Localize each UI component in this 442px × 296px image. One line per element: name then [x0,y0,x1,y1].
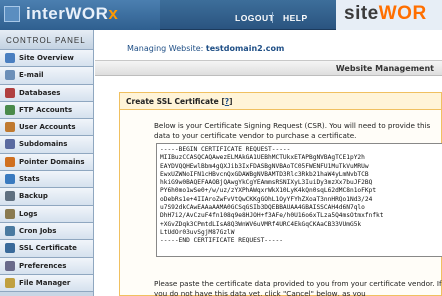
control-panel-header: CONTROL PANEL [0,30,93,50]
csr-content: -----BEGIN CERTIFICATE REQUEST----- MIIB… [160,146,384,245]
stats-icon [5,174,15,185]
sidebar-item-logs[interactable]: Logs [0,205,93,223]
managing-label: Managing Website: [127,44,204,53]
control-panel-title: CONTROL PANEL [6,36,86,45]
logo-mark-icon [4,6,20,22]
siteworx-logo: siteWOR [336,0,442,30]
sidebar-item-label: Cron Jobs [19,226,57,235]
sidebar-item-label: Databases [19,88,61,97]
sidebar-item-label: FTP Accounts [19,105,73,114]
sidebar-item-cron-jobs[interactable]: Cron Jobs [0,222,93,241]
sidebar-item-label: SSL Certificate [19,244,77,253]
section-title: Website Management [335,64,434,73]
sidebar-item-site-overview[interactable]: Site Overview [0,50,93,68]
sidebar-item-label: E-mail [19,71,44,80]
sidebar-item-label: Stats [19,175,40,184]
preferences-icon [5,260,15,271]
subdomains-icon [5,139,15,150]
backup-icon [5,191,15,202]
sidebar-item-label: Site Overview [19,54,74,62]
sidebar-item-databases[interactable]: Databases [0,84,93,102]
csr-intro-text: Below is your Certificate Signing Reques… [154,121,431,140]
sidebar-item-label: User Accounts [19,123,76,132]
logs-icon [5,208,15,219]
top-bar: interWORx LOGOUT HELP siteWOR [0,0,442,30]
csr-textarea[interactable]: -----BEGIN CERTIFICATE REQUEST----- MIIB… [156,143,442,257]
logout-link[interactable]: LOGOUT [235,13,274,23]
sidebar-item-stats[interactable]: Stats [0,171,93,189]
user-accounts-icon [5,122,15,133]
managing-website: Managing Website: testdomain2.com [127,44,284,53]
sidebar-nav: Site Overview E-mail Databases FTP Accounts… [0,50,93,293]
main-content: Managing Website: testdomain2.com Websit… [95,30,442,296]
section-header-bar: Website Management [95,60,442,76]
sidebar-item-pointer-domains[interactable]: Pointer Domains [0,153,93,172]
sidebar-item-ssl-certificate[interactable]: SSL Certificate [0,240,93,258]
email-icon [5,70,15,81]
sidebar-item-ftp-accounts[interactable]: FTP Accounts [0,101,93,120]
sidebar: CONTROL PANEL Site Overview E-mail Databas… [0,30,94,296]
cron-jobs-icon [5,225,15,236]
interworx-logo: interWORx [0,0,160,30]
create-ssl-panel: Create SSL Certificate [?] Below is your… [119,92,442,296]
sidebar-item-backup[interactable]: Backup [0,188,93,206]
sidebar-item-label: Logs [19,209,38,218]
sidebar-item-file-manager[interactable]: File Manager [0,274,93,293]
file-manager-icon [5,277,15,288]
site-overview-icon [5,53,15,63]
interworx-wordmark: interWORx [26,4,119,23]
certificate-instructions: Please paste the certificate data provid… [154,279,442,296]
panel-header: Create SSL Certificate [?] [120,93,441,110]
sidebar-item-label: Pointer Domains [19,157,85,166]
sidebar-item-label: Subdomains [19,140,68,149]
panel-title: Create SSL Certificate [?] [126,97,233,106]
sidebar-item-e-mail[interactable]: E-mail [0,67,93,85]
nav-divider [272,12,273,23]
ssl-certificate-icon [5,243,15,254]
help-link[interactable]: HELP [283,13,308,23]
sidebar-item-preferences[interactable]: Preferences [0,257,93,275]
managing-domain: testdomain2.com [205,44,285,53]
pointer-domains-icon [5,156,15,167]
siteworx-wordmark: siteWOR [344,3,427,24]
panel-help: [?] [221,97,233,106]
sidebar-item-label: Backup [19,192,48,201]
sidebar-item-label: Preferences [19,261,67,270]
sidebar-item-user-accounts[interactable]: User Accounts [0,119,93,137]
sidebar-item-subdomains[interactable]: Subdomains [0,136,93,154]
ftp-icon [5,104,15,115]
sidebar-item-label: File Manager [19,278,71,287]
database-icon [5,87,15,98]
